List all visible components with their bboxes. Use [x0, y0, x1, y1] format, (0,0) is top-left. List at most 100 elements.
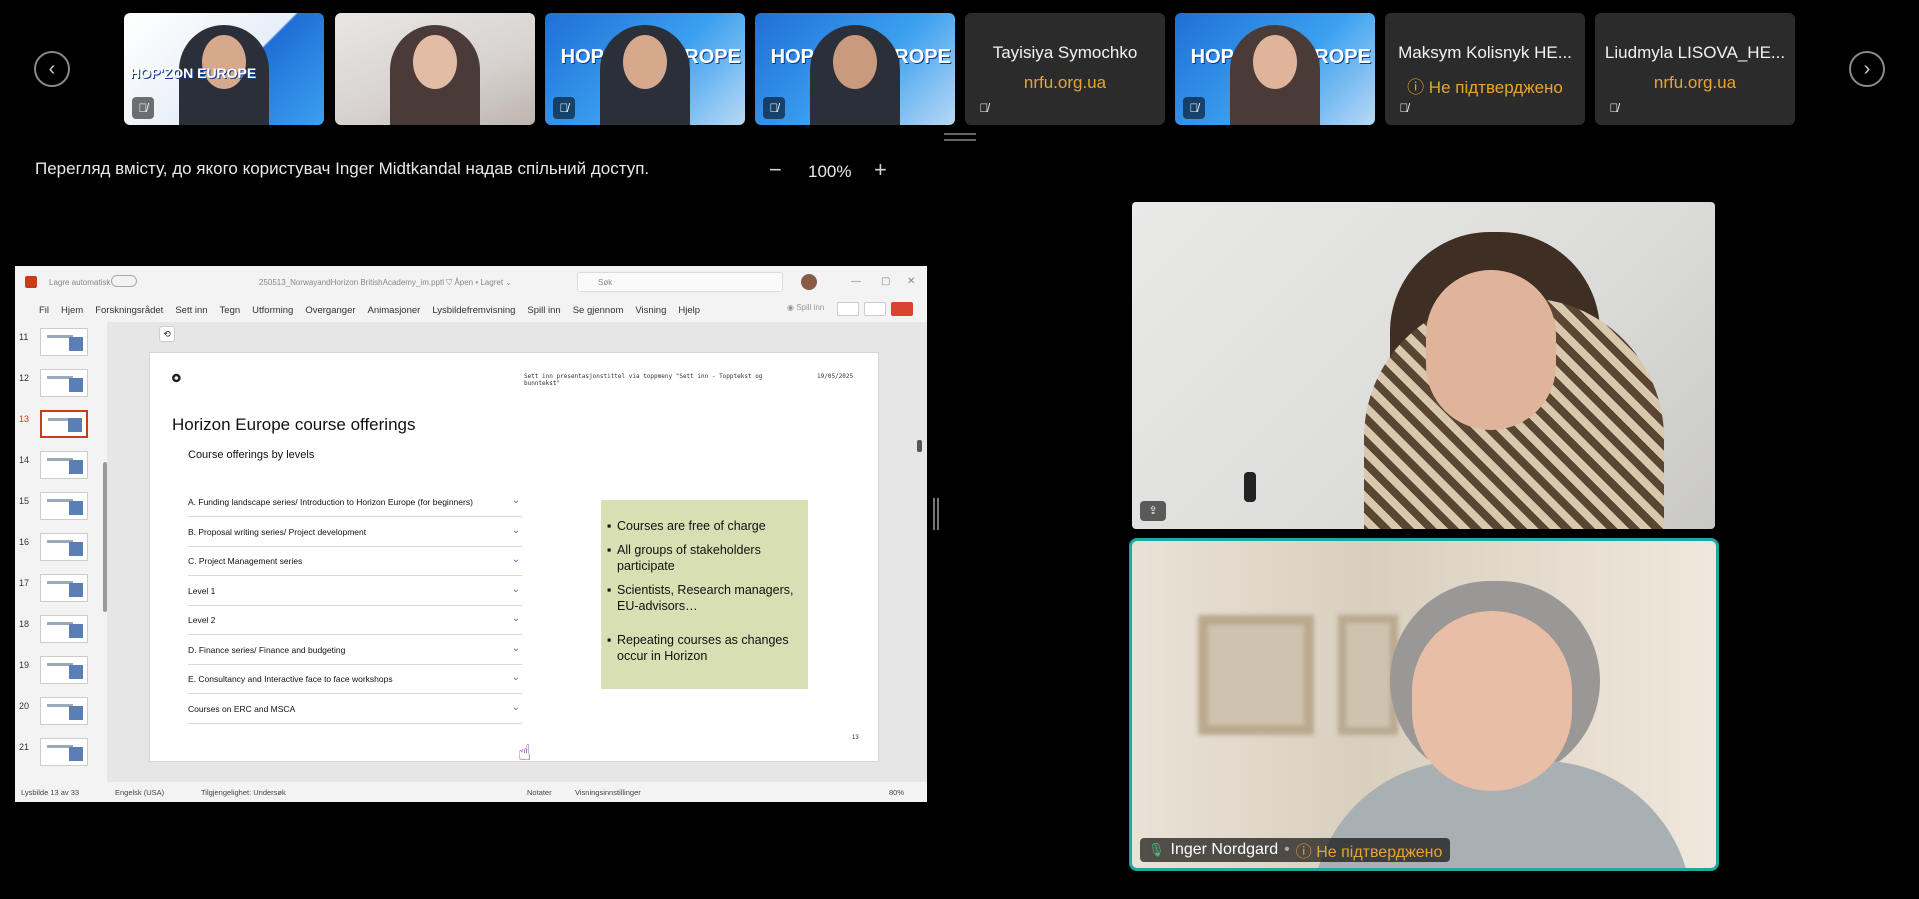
bullet-item: ▪ Courses are free of charge: [607, 519, 766, 533]
slide-title: Horizon Europe course offerings: [172, 415, 416, 434]
ribbon-tab[interactable]: Tegn: [214, 305, 247, 316]
participant-tile-7[interactable]: Maksym Kolisnyk HE... ⓘ Не підтверджено …: [1385, 13, 1585, 125]
slide-thumbnail[interactable]: 19: [15, 654, 107, 690]
accordion-label: B. Proposal writing series/ Project deve…: [188, 526, 367, 537]
slide-thumbnail[interactable]: 16: [15, 531, 107, 567]
ribbon-tab[interactable]: Visning: [629, 305, 672, 316]
presenter-video[interactable]: ⇪: [1132, 202, 1715, 529]
thumbnail-number: 11: [19, 332, 29, 342]
zoom-in-button[interactable]: +: [874, 157, 887, 183]
search-input[interactable]: Søk: [577, 272, 783, 292]
ribbon-tab[interactable]: Spill inn: [521, 305, 566, 316]
participant-tile-6[interactable]: HOP'ZON EUROPE 🎙̸: [1175, 13, 1375, 125]
language-indicator[interactable]: Engelsk (USA): [115, 788, 164, 797]
thumbnail-preview: [40, 656, 88, 684]
ribbon-tab[interactable]: Lysbildefremvisning: [426, 305, 521, 316]
ribbon-tab[interactable]: Animasjoner: [362, 305, 427, 316]
close-icon[interactable]: ✕: [907, 276, 915, 287]
camera-button[interactable]: [837, 302, 859, 316]
slide-page-number: 13: [852, 735, 859, 741]
accordion-row[interactable]: Courses on ERC and MSCA ⌄: [188, 694, 522, 724]
accordion-row[interactable]: A. Funding landscape series/ Introductio…: [188, 487, 522, 517]
participant-tile-8[interactable]: Liudmyla LISOVA_HE... nrfu.org.ua 🎙̸: [1595, 13, 1795, 125]
accordion-row[interactable]: B. Proposal writing series/ Project deve…: [188, 517, 522, 547]
chevron-down-icon: ⌄: [511, 672, 520, 683]
comments-button[interactable]: [864, 302, 886, 316]
maximize-icon[interactable]: ▢: [881, 276, 890, 287]
mic-muted-icon: 🎙̸: [132, 97, 154, 119]
slide-thumbnail[interactable]: 17: [15, 572, 107, 608]
speaker-name-tag: 🎙 Inger Nordgard • ⓘ Не підтверджено: [1140, 838, 1451, 862]
thumbnail-preview: [40, 533, 88, 561]
zoom-out-button[interactable]: −: [769, 157, 782, 183]
accordion-row[interactable]: D. Finance series/ Finance and budgeting…: [188, 635, 522, 665]
share-button[interactable]: [891, 302, 913, 316]
slide-thumbnail[interactable]: 11: [15, 326, 107, 362]
slide-thumbnail[interactable]: 20: [15, 695, 107, 731]
record-button[interactable]: ◉ Spill inn: [787, 303, 824, 312]
ribbon-tab[interactable]: Overganger: [299, 305, 361, 316]
ribbon-tab[interactable]: Fil: [33, 305, 55, 316]
accordion-row[interactable]: C. Project Management series ⌄: [188, 546, 522, 576]
slide-canvas: ⟲ 🞉 Sett inn presentasjonstittel via top…: [107, 322, 927, 782]
accordion-row[interactable]: E. Consultancy and Interactive face to f…: [188, 664, 522, 694]
slide-thumbnail[interactable]: 14: [15, 449, 107, 485]
thumbnail-number: 13: [19, 414, 30, 424]
ribbon-tab[interactable]: Se gjennom: [567, 305, 630, 316]
view-settings-button[interactable]: Visningsinnstillinger: [575, 788, 641, 797]
autosave-toggle[interactable]: [111, 275, 137, 287]
speaker-status: ⓘ Не підтверджено: [1295, 844, 1443, 861]
shared-screen[interactable]: Lagre automatisk 250513_NorwayandHorizon…: [15, 266, 927, 802]
thumbnail-preview: [40, 369, 88, 397]
slide-date: 19/05/2025: [817, 373, 854, 380]
bullet-text: All groups of stakeholders participate: [617, 543, 761, 573]
status-zoom-level[interactable]: 80%: [889, 788, 904, 797]
carousel-next-button[interactable]: ›: [1849, 51, 1885, 87]
ribbon-tab[interactable]: Sett inn: [169, 305, 213, 316]
bullet-text: Scientists, Research managers, EU-adviso…: [617, 583, 794, 613]
participant-tile-2[interactable]: [335, 13, 535, 125]
slide-subtitle: Course offerings by levels: [188, 449, 315, 461]
accordion-label: Level 2: [188, 615, 216, 625]
ribbon-tab[interactable]: Hjem: [55, 305, 89, 316]
carousel-prev-button[interactable]: ‹: [34, 51, 70, 87]
ppt-titlebar: Lagre automatisk 250513_NorwayandHorizon…: [15, 266, 927, 298]
bullet-text: Repeating courses as changes occur in Ho…: [617, 633, 789, 663]
ribbon-tab[interactable]: Hjelp: [672, 305, 706, 316]
slide-thumbnail[interactable]: 13: [15, 408, 107, 444]
resize-grip[interactable]: [944, 133, 976, 141]
designer-icon[interactable]: ⟲: [159, 326, 175, 342]
chevron-right-icon: ›: [1863, 57, 1871, 80]
notes-button[interactable]: Notater: [527, 788, 552, 797]
pane-splitter[interactable]: [933, 498, 939, 530]
slide-scrollbar[interactable]: [917, 332, 923, 772]
active-speaker-video[interactable]: 🎙 Inger Nordgard • ⓘ Не підтверджено: [1129, 538, 1719, 871]
status-bar: Lysbilde 13 av 33 Engelsk (USA) Tilgjeng…: [15, 782, 927, 802]
chevron-down-icon: ⌄: [511, 524, 520, 536]
participant-tile-1[interactable]: HOP'ZON EUROPE 🎙̸: [124, 13, 324, 125]
thumbnail-number: 19: [19, 660, 30, 670]
slide-thumbnail[interactable]: 18: [15, 613, 107, 649]
accessibility-status[interactable]: Tilgjengelighet: Undersøk: [201, 788, 286, 797]
participant-tile-5[interactable]: Tayisiya Symochko nrfu.org.ua 🎙̸: [965, 13, 1165, 125]
thumbnail-preview: [40, 451, 88, 479]
ribbon-tab[interactable]: Forskningsrådet: [89, 305, 169, 316]
ribbon-tab[interactable]: Utforming: [246, 305, 299, 316]
thumbnail-preview: [40, 410, 88, 438]
bullet-text: Courses are free of charge: [617, 519, 766, 533]
minimize-icon[interactable]: —: [851, 276, 861, 287]
participant-tile-4[interactable]: HOP'ZON EUROPE 🎙̸: [755, 13, 955, 125]
mic-muted-icon: 🎙̸: [979, 101, 989, 115]
avatar[interactable]: [801, 274, 817, 290]
accordion-row[interactable]: Level 2 ⌄: [188, 605, 522, 635]
accordion-label: D. Finance series/ Finance and budgeting: [188, 644, 346, 655]
thumbnail-number: 20: [19, 701, 30, 711]
accordion-label: Level 1: [188, 585, 216, 596]
slide-thumbnail[interactable]: 21: [15, 736, 107, 772]
slide-thumbnail[interactable]: 12: [15, 367, 107, 403]
participant-tile-3[interactable]: HOP'ZON EUROPE 🎙̸: [545, 13, 745, 125]
slide-thumbnail[interactable]: 15: [15, 490, 107, 526]
thumbnail-preview: [40, 492, 88, 520]
accordion-row[interactable]: Level 1 ⌄: [188, 576, 522, 606]
participant-name: Liudmyla LISOVA_HE...: [1604, 43, 1786, 62]
